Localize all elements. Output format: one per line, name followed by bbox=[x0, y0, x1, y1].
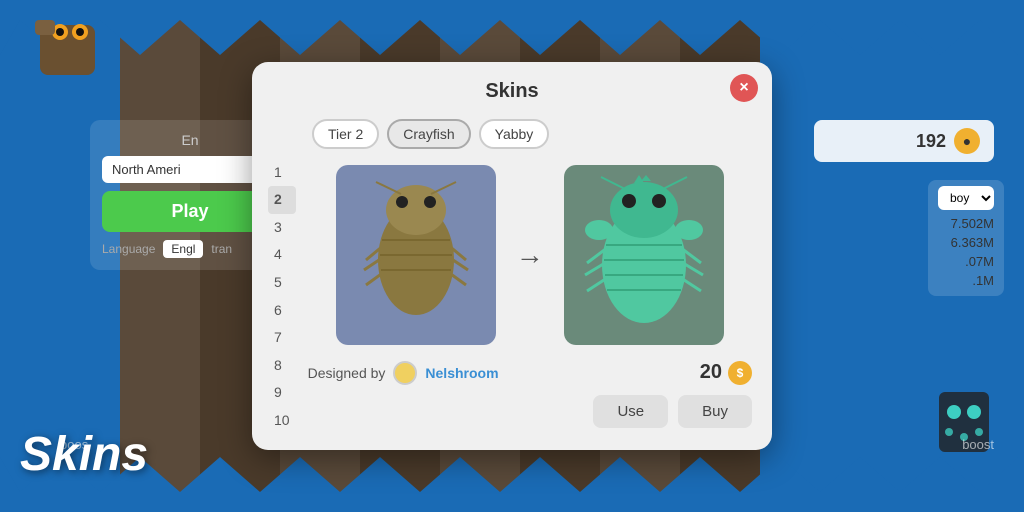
num-4[interactable]: 4 bbox=[268, 241, 296, 269]
designer-name: Nelshroom bbox=[425, 365, 498, 381]
use-button[interactable]: Use bbox=[593, 395, 668, 428]
skin-cards-row: → bbox=[304, 155, 756, 355]
crayfish-premium-svg bbox=[579, 175, 709, 335]
num-10[interactable]: 10 bbox=[268, 407, 296, 435]
designer-avatar bbox=[393, 361, 417, 385]
designer-row: Designed by Nelshroom 20 $ bbox=[304, 355, 756, 391]
modal-header: Skins × bbox=[252, 62, 772, 113]
crayfish-default-svg bbox=[356, 180, 476, 330]
tab-crayfish[interactable]: Crayfish bbox=[387, 119, 470, 149]
modal-close-button[interactable]: × bbox=[730, 74, 758, 102]
designed-by-label: Designed by bbox=[308, 365, 386, 381]
number-column: 1 2 3 4 5 6 7 8 9 10 bbox=[268, 155, 296, 435]
tab-tier2[interactable]: Tier 2 bbox=[312, 119, 379, 149]
num-8[interactable]: 8 bbox=[268, 352, 296, 380]
tabs-row: Tier 2 Crayfish Yabby bbox=[252, 113, 772, 155]
price-coin-icon: $ bbox=[728, 361, 752, 385]
num-2[interactable]: 2 bbox=[268, 186, 296, 214]
num-7[interactable]: 7 bbox=[268, 324, 296, 352]
skin-card-default bbox=[336, 165, 496, 345]
price-row: 20 $ bbox=[700, 361, 752, 385]
skin-arrow: → bbox=[516, 239, 544, 271]
skin-content: → bbox=[304, 155, 756, 435]
modal-title: Skins bbox=[485, 80, 538, 102]
price-value: 20 bbox=[700, 361, 722, 384]
num-9[interactable]: 9 bbox=[268, 379, 296, 407]
action-row: Use Buy bbox=[304, 391, 756, 428]
tab-yabby[interactable]: Yabby bbox=[479, 119, 550, 149]
modal-body: 1 2 3 4 5 6 7 8 9 10 bbox=[252, 155, 772, 451]
buy-button[interactable]: Buy bbox=[678, 395, 752, 428]
num-5[interactable]: 5 bbox=[268, 269, 296, 297]
modal-backdrop: Skins × Tier 2 Crayfish Yabby 1 2 3 4 5 … bbox=[0, 0, 1024, 512]
num-6[interactable]: 6 bbox=[268, 297, 296, 325]
num-1[interactable]: 1 bbox=[268, 159, 296, 187]
skins-modal: Skins × Tier 2 Crayfish Yabby 1 2 3 4 5 … bbox=[252, 62, 772, 451]
designer-info: Designed by Nelshroom bbox=[308, 361, 499, 385]
skin-card-premium bbox=[564, 165, 724, 345]
num-3[interactable]: 3 bbox=[268, 214, 296, 242]
